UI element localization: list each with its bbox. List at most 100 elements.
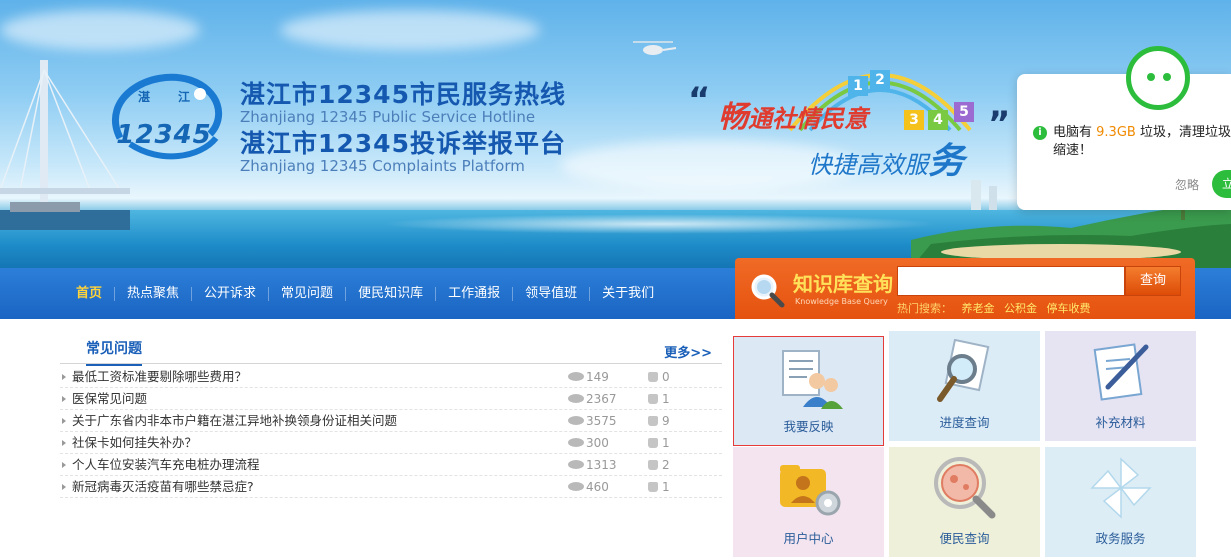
slogan-number-4: 4 bbox=[928, 110, 948, 130]
slogan-line-1-rest: 通社情民意 bbox=[748, 105, 868, 133]
faq-likes: 9 bbox=[648, 410, 670, 432]
faq-row[interactable]: 个人车位安装汽车充电桩办理流程 1313 2 bbox=[60, 454, 722, 476]
slogan-line-2-rest: 快捷高效服 bbox=[808, 151, 928, 179]
faq-row[interactable]: 医保常见问题 2367 1 bbox=[60, 388, 722, 410]
hot-search: 热门搜索： 养老金 公积金 停车收费 bbox=[897, 300, 1097, 316]
user-folder-icon bbox=[780, 465, 841, 516]
tile-government-services[interactable]: 政务服务 bbox=[1045, 447, 1196, 557]
faq-views: 1313 bbox=[568, 454, 617, 476]
faq-question[interactable]: 最低工资标准要剔除哪些费用？ bbox=[72, 366, 247, 388]
bullet-triangle-icon bbox=[62, 418, 66, 424]
site-title-block: 湛江市12345市民服务热线 Zhanjiang 12345 Public Se… bbox=[240, 80, 566, 178]
faq-views-count: 1313 bbox=[586, 458, 617, 472]
knowledge-search-title: 知识库查询 bbox=[793, 272, 893, 296]
slogan-number-2: 2 bbox=[870, 70, 890, 90]
slogan-number-3: 3 bbox=[904, 110, 924, 130]
bullet-triangle-icon bbox=[62, 440, 66, 446]
nav-item-leader-duty[interactable]: 领导值班 bbox=[513, 286, 591, 301]
faq-likes-count: 9 bbox=[662, 414, 670, 428]
faq-likes-count: 1 bbox=[662, 480, 670, 494]
popup-message-prefix: 电脑有 bbox=[1053, 125, 1097, 140]
nav-items: 首页 热点聚焦 公开诉求 常见问题 便民知识库 工作通报 领导值班 关于我们 bbox=[64, 268, 666, 319]
thumbs-up-icon bbox=[648, 393, 658, 404]
knowledge-search-button[interactable]: 查询 bbox=[1125, 266, 1181, 296]
faq-views-count: 3575 bbox=[586, 414, 617, 428]
tile-supplement-materials[interactable]: 补充材料 bbox=[1045, 331, 1196, 441]
logo-char-left: 湛 bbox=[138, 90, 151, 104]
faq-row[interactable]: 新冠病毒灭活疫苗有哪些禁忌症? 460 1 bbox=[60, 476, 722, 498]
tile-submit-report[interactable]: 我要反映 bbox=[733, 336, 884, 446]
faq-views: 2367 bbox=[568, 388, 617, 410]
eye-icon bbox=[568, 394, 584, 403]
tile-label: 便民查询 bbox=[939, 531, 990, 546]
faq-panel: 常见问题 更多>> 最低工资标准要剔除哪些费用？ 149 0 医保常见问题 23… bbox=[60, 330, 722, 515]
faq-list: 最低工资标准要剔除哪些费用？ 149 0 医保常见问题 2367 1 关于广东省… bbox=[60, 366, 722, 498]
knowledge-search-input[interactable] bbox=[897, 266, 1125, 296]
faq-likes: 2 bbox=[648, 454, 670, 476]
eye-icon bbox=[568, 416, 584, 425]
knowledge-search-panel: 知识库查询 Knowledge Base Query 查询 热门搜索： 养老金 … bbox=[735, 258, 1195, 319]
site-title-hotline-en: Zhanjiang 12345 Public Service Hotline bbox=[240, 108, 536, 126]
nav-item-home[interactable]: 首页 bbox=[64, 286, 116, 301]
site-logo[interactable]: 湛 江 12345 bbox=[100, 68, 228, 172]
nav-item-knowledge-base[interactable]: 便民知识库 bbox=[346, 286, 437, 301]
faq-views: 149 bbox=[568, 366, 609, 388]
site-title-complaints: 湛江市12345投诉举报平台 bbox=[240, 129, 566, 158]
faq-question[interactable]: 个人车位安装汽车充电桩办理流程 bbox=[72, 454, 260, 476]
faq-row[interactable]: 关于广东省内非本市户籍在湛江异地补换领身份证相关问题 3575 9 bbox=[60, 410, 722, 432]
hot-search-parking-fee[interactable]: 停车收费 bbox=[1047, 302, 1091, 315]
slogan-number-5: 5 bbox=[954, 102, 974, 122]
faq-views: 460 bbox=[568, 476, 609, 498]
thumbs-up-icon bbox=[648, 371, 658, 382]
faq-views: 3575 bbox=[568, 410, 617, 432]
document-magnifier-icon bbox=[937, 339, 990, 402]
hot-search-label: 热门搜索： bbox=[897, 302, 952, 315]
info-icon: i bbox=[1033, 126, 1047, 140]
faq-question[interactable]: 社保卡如何挂失补办？ bbox=[72, 432, 197, 454]
faq-likes-count: 2 bbox=[662, 458, 670, 472]
smiley-icon bbox=[1126, 46, 1190, 110]
helicopter-icon bbox=[633, 41, 677, 55]
faq-title: 常见问题 bbox=[86, 338, 142, 366]
faq-views-count: 2367 bbox=[586, 392, 617, 406]
thumbs-up-icon bbox=[648, 415, 658, 426]
slogan-close-quote: ” bbox=[988, 104, 1011, 144]
faq-question[interactable]: 医保常见问题 bbox=[72, 388, 147, 410]
slogan-line-2: 快捷高效服务 bbox=[808, 132, 964, 184]
faq-likes: 0 bbox=[648, 366, 670, 388]
smiley-eye bbox=[1147, 73, 1155, 81]
document-pen-icon bbox=[1093, 343, 1149, 401]
thumbs-up-icon bbox=[648, 459, 658, 470]
sea-shine bbox=[380, 214, 940, 234]
popup-action-button[interactable]: 立 bbox=[1212, 170, 1231, 198]
faq-more-link[interactable]: 更多>> bbox=[664, 342, 712, 361]
slogan-line-1: 畅通社情民意 bbox=[718, 92, 868, 136]
site-title-hotline: 湛江市12345市民服务热线 bbox=[240, 80, 566, 109]
thumbs-up-icon bbox=[648, 437, 658, 448]
nav-item-hot-topics[interactable]: 热点聚焦 bbox=[115, 286, 193, 301]
hot-search-pension[interactable]: 养老金 bbox=[962, 302, 995, 315]
popup-ignore-button[interactable]: 忽略 bbox=[1175, 176, 1199, 193]
eye-icon bbox=[568, 482, 584, 491]
tile-user-center[interactable]: 用户中心 bbox=[733, 447, 884, 557]
people-document-icon bbox=[782, 350, 843, 409]
tile-public-convenience-query[interactable]: 便民查询 bbox=[889, 447, 1040, 557]
faq-views-count: 460 bbox=[586, 480, 609, 494]
slogan: “ ” 畅通社情民意 快捷高效服务 1 2 3 4 5 bbox=[688, 70, 1018, 182]
nav-item-faq[interactable]: 常见问题 bbox=[269, 286, 347, 301]
faq-question[interactable]: 新冠病毒灭活疫苗有哪些禁忌症? bbox=[72, 476, 254, 498]
tile-progress-query[interactable]: 进度查询 bbox=[889, 331, 1040, 441]
slogan-number-1: 1 bbox=[848, 76, 868, 96]
eye-icon bbox=[568, 438, 584, 447]
slogan-line-1-big: 畅 bbox=[718, 100, 748, 135]
faq-question[interactable]: 关于广东省内非本市户籍在湛江异地补换领身份证相关问题 bbox=[72, 410, 397, 432]
cloud-decoration bbox=[0, 10, 200, 50]
nav-item-work-reports[interactable]: 工作通报 bbox=[436, 286, 514, 301]
faq-row[interactable]: 最低工资标准要剔除哪些费用？ 149 0 bbox=[60, 366, 722, 388]
faq-row[interactable]: 社保卡如何挂失补办？ 300 1 bbox=[60, 432, 722, 454]
nav-item-about-us[interactable]: 关于我们 bbox=[590, 286, 666, 301]
slogan-line-2-big: 务 bbox=[928, 141, 965, 182]
nav-item-public-appeals[interactable]: 公开诉求 bbox=[192, 286, 270, 301]
tile-label: 补充材料 bbox=[1095, 415, 1146, 430]
hot-search-housing-fund[interactable]: 公积金 bbox=[1004, 302, 1037, 315]
